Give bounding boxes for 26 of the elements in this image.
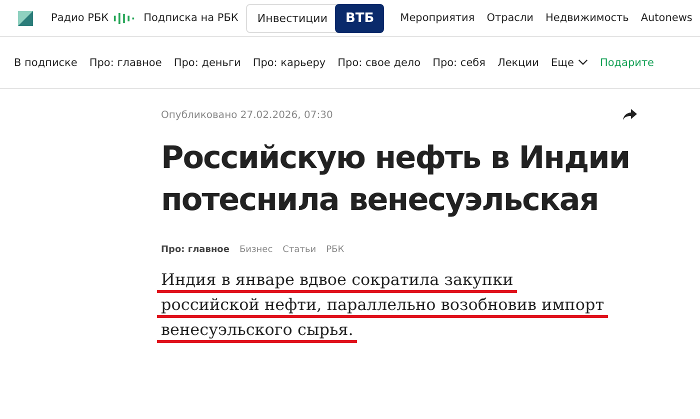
tag-link[interactable]: Про: главное bbox=[161, 245, 230, 255]
tag-link[interactable]: Бизнес bbox=[239, 245, 273, 255]
investments-banner[interactable]: Инвестиции ВТБ bbox=[246, 4, 384, 32]
subscription-link[interactable]: Подписка на РБК bbox=[144, 12, 238, 24]
section-link[interactable]: Про: главное bbox=[89, 56, 162, 68]
publish-date: Опубликовано 27.02.2026, 07:30 bbox=[161, 110, 333, 120]
section-link[interactable]: В подписке bbox=[14, 56, 78, 68]
nav-link[interactable]: Autonews bbox=[640, 12, 692, 24]
underlined-lead-line: российской нефти, параллельно возобновив импорт bbox=[157, 294, 608, 318]
section-link[interactable]: Про: карьеру bbox=[252, 56, 326, 68]
tag-link[interactable]: РБК bbox=[326, 245, 344, 255]
nav-link[interactable]: Мероприятия bbox=[400, 12, 475, 24]
section-link[interactable]: Про: свое дело bbox=[338, 56, 421, 68]
section-link[interactable]: Про: себя bbox=[432, 56, 486, 68]
underlined-lead-line: Индия в январе вдвое сократила закупки bbox=[157, 269, 518, 293]
nav-link[interactable]: Недвижимость bbox=[546, 12, 629, 24]
radio-link[interactable]: Радио РБК bbox=[51, 12, 109, 24]
more-dropdown[interactable]: Еще bbox=[550, 56, 588, 68]
section-link[interactable]: Про: деньги bbox=[174, 56, 241, 68]
investments-label: Инвестиции bbox=[256, 12, 328, 24]
headline: Российскую нефть в Индии потеснила венесуэльская bbox=[161, 139, 631, 220]
tag-link[interactable]: Статьи bbox=[282, 245, 316, 255]
bank-badge: ВТБ bbox=[335, 4, 384, 32]
underlined-lead-line: венесуэльского сырья. bbox=[157, 319, 358, 343]
section-link[interactable]: Лекции bbox=[497, 56, 539, 68]
nav-link[interactable]: Отрасли bbox=[486, 12, 534, 24]
